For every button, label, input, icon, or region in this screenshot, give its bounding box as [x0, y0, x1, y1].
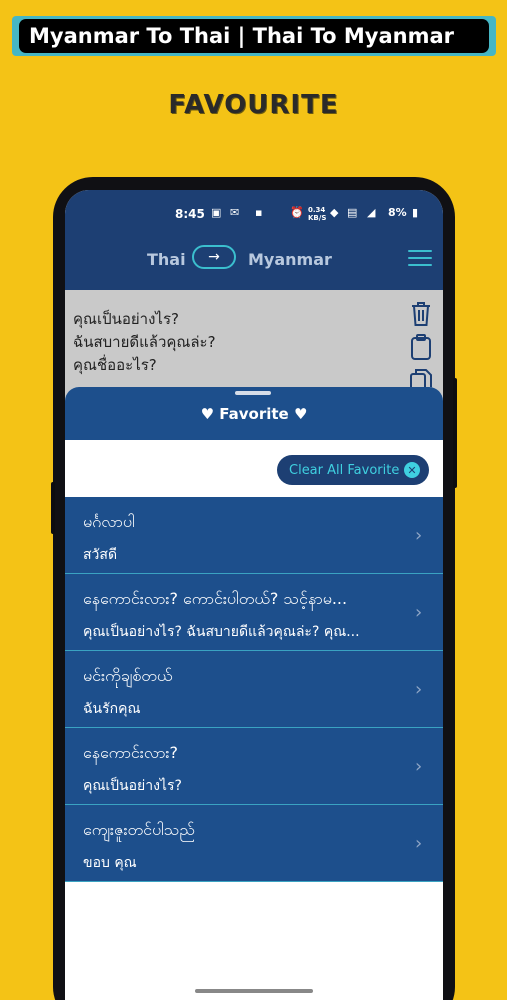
clipboard-icon[interactable]	[409, 333, 433, 361]
chevron-right-icon: ›	[415, 602, 423, 623]
myanmar-text: မင်္ဂလာပါ	[83, 512, 135, 531]
clear-all-favorite-button[interactable]: Clear All Favorite ✕	[277, 455, 429, 485]
clear-all-label: Clear All Favorite	[289, 462, 400, 478]
wifi-icon: ◆	[330, 206, 339, 219]
phone-side-button-left	[51, 482, 55, 534]
sheet-header: ♥ Favorite ♥	[65, 387, 443, 440]
volte-icon: ▤	[347, 206, 358, 219]
sheet-title: ♥ Favorite ♥	[200, 405, 308, 423]
close-icon: ✕	[404, 462, 420, 478]
app-bar: Thai → Myanmar	[65, 228, 443, 290]
network-speed: 0.34 KB/S	[308, 206, 327, 222]
chevron-right-icon: ›	[415, 525, 423, 546]
input-line: คุณเป็นอย่างไร?	[73, 310, 179, 328]
favorite-list: မင်္ဂလာပါ สวัสดี › နေကောင်းလား? ကောင်းပါ…	[65, 497, 443, 882]
myanmar-text: နေကောင်းလား?	[83, 743, 178, 762]
translation-input[interactable]: คุณเป็นอย่างไร? ฉันสบายดีแล้วคุณล่ะ? คุณ…	[65, 290, 443, 400]
trash-icon[interactable]	[409, 300, 433, 328]
chevron-right-icon: ›	[415, 756, 423, 777]
chevron-right-icon: ›	[415, 679, 423, 700]
list-item[interactable]: နေကောင်းလား? ကောင်းပါတယ်? သင့်နာမ... คุณ…	[65, 574, 443, 651]
myanmar-text: မင်းကိုချစ်တယ်	[83, 666, 173, 685]
list-item[interactable]: ကျေးဇူးတင်ပါသည် ขอบ คุณ ›	[65, 805, 443, 882]
home-indicator[interactable]	[195, 989, 313, 993]
chevron-right-icon: ›	[415, 833, 423, 854]
battery-icon: ▮	[412, 206, 419, 219]
drag-handle[interactable]	[235, 391, 271, 395]
phone-side-button	[453, 378, 457, 488]
notification-icon: ✉	[230, 206, 240, 219]
thai-text: ขอบ คุณ	[83, 855, 137, 871]
messenger-icon: ▪	[255, 206, 263, 219]
arrow-right-icon: →	[208, 249, 220, 265]
thai-text: คุณเป็นอย่างไร? ฉันสบายดีแล้วคุณล่ะ? คุณ…	[83, 624, 360, 640]
thai-text: คุณเป็นอย่างไร?	[83, 778, 182, 794]
page-heading: FAVOURITE	[168, 90, 339, 120]
swap-language-button[interactable]: →	[192, 245, 236, 269]
source-language[interactable]: Thai	[147, 250, 186, 269]
battery-percent: 8%	[388, 206, 407, 219]
menu-icon[interactable]	[408, 250, 432, 266]
banner-title: Myanmar To Thai | Thai To Myanmar	[19, 19, 489, 53]
app-banner: Myanmar To Thai | Thai To Myanmar	[12, 16, 496, 56]
favorite-sheet: ♥ Favorite ♥ Clear All Favorite ✕ မင်္ဂလ…	[65, 387, 443, 1000]
status-time: 8:45	[175, 207, 205, 221]
thai-text: สวัสดี	[83, 547, 118, 563]
signal-icon: ◢	[367, 206, 376, 219]
list-item[interactable]: မင်္ဂလာပါ สวัสดี ›	[65, 497, 443, 574]
myanmar-text: ကျေးဇူးတင်ပါသည်	[83, 820, 195, 839]
input-line: คุณชื่ออะไร?	[73, 356, 157, 374]
phone-screen: 8:45 ▣ ✉ ▪ ⏰ 0.34 KB/S ◆ ▤ ◢ 8% ▮ Thai →…	[65, 190, 443, 1000]
list-item[interactable]: မင်းကိုချစ်တယ် ฉันรักคุณ ›	[65, 651, 443, 728]
thai-text: ฉันรักคุณ	[83, 701, 141, 717]
list-item[interactable]: နေကောင်းလား? คุณเป็นอย่างไร? ›	[65, 728, 443, 805]
input-line: ฉันสบายดีแล้วคุณล่ะ?	[73, 333, 216, 351]
alarm-icon: ⏰	[290, 206, 304, 219]
gallery-icon: ▣	[211, 206, 222, 219]
target-language[interactable]: Myanmar	[248, 250, 332, 269]
myanmar-text: နေကောင်းလား? ကောင်းပါတယ်? သင့်နာမ...	[83, 589, 348, 608]
status-bar: 8:45 ▣ ✉ ▪ ⏰ 0.34 KB/S ◆ ▤ ◢ 8% ▮	[65, 190, 443, 228]
